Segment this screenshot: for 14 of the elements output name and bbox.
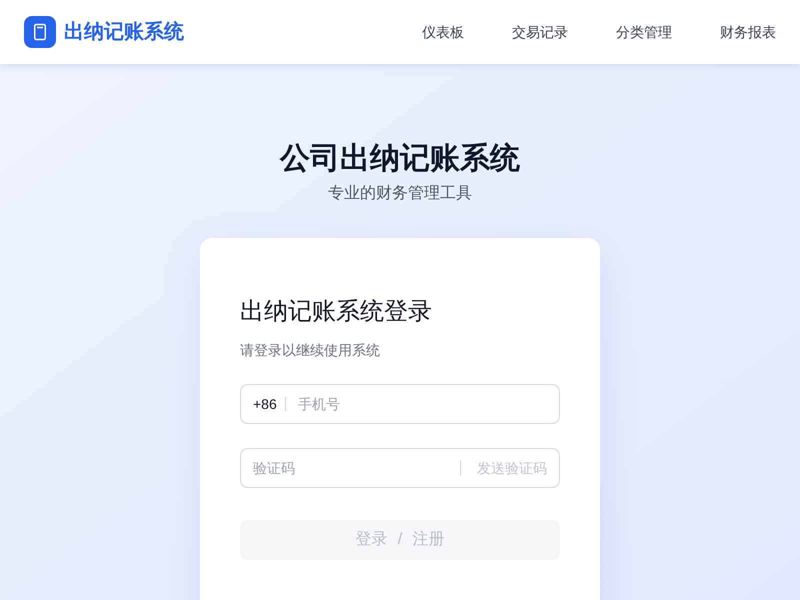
page-title: 公司出纳记账系统: [280, 141, 520, 177]
nav-link[interactable]: 财务报表: [720, 22, 776, 42]
nav-link[interactable]: 交易记录: [512, 22, 568, 42]
nav-link[interactable]: 仪表板: [422, 22, 464, 42]
nav-link[interactable]: 分类管理: [616, 22, 672, 42]
country-code: +86: [253, 396, 286, 410]
page-subtitle: 专业的财务管理工具: [328, 184, 472, 204]
code-input[interactable]: 验证码: [253, 458, 460, 478]
login-subtitle: 请登录以继续使用系统: [240, 340, 381, 360]
brand-name: 出纳记账系统: [64, 20, 184, 45]
login-title: 出纳记账系统登录: [240, 296, 433, 326]
phone-field[interactable]: +86 手机号: [240, 384, 560, 424]
calculator-icon: [24, 16, 56, 48]
phone-input[interactable]: 手机号: [298, 394, 547, 414]
